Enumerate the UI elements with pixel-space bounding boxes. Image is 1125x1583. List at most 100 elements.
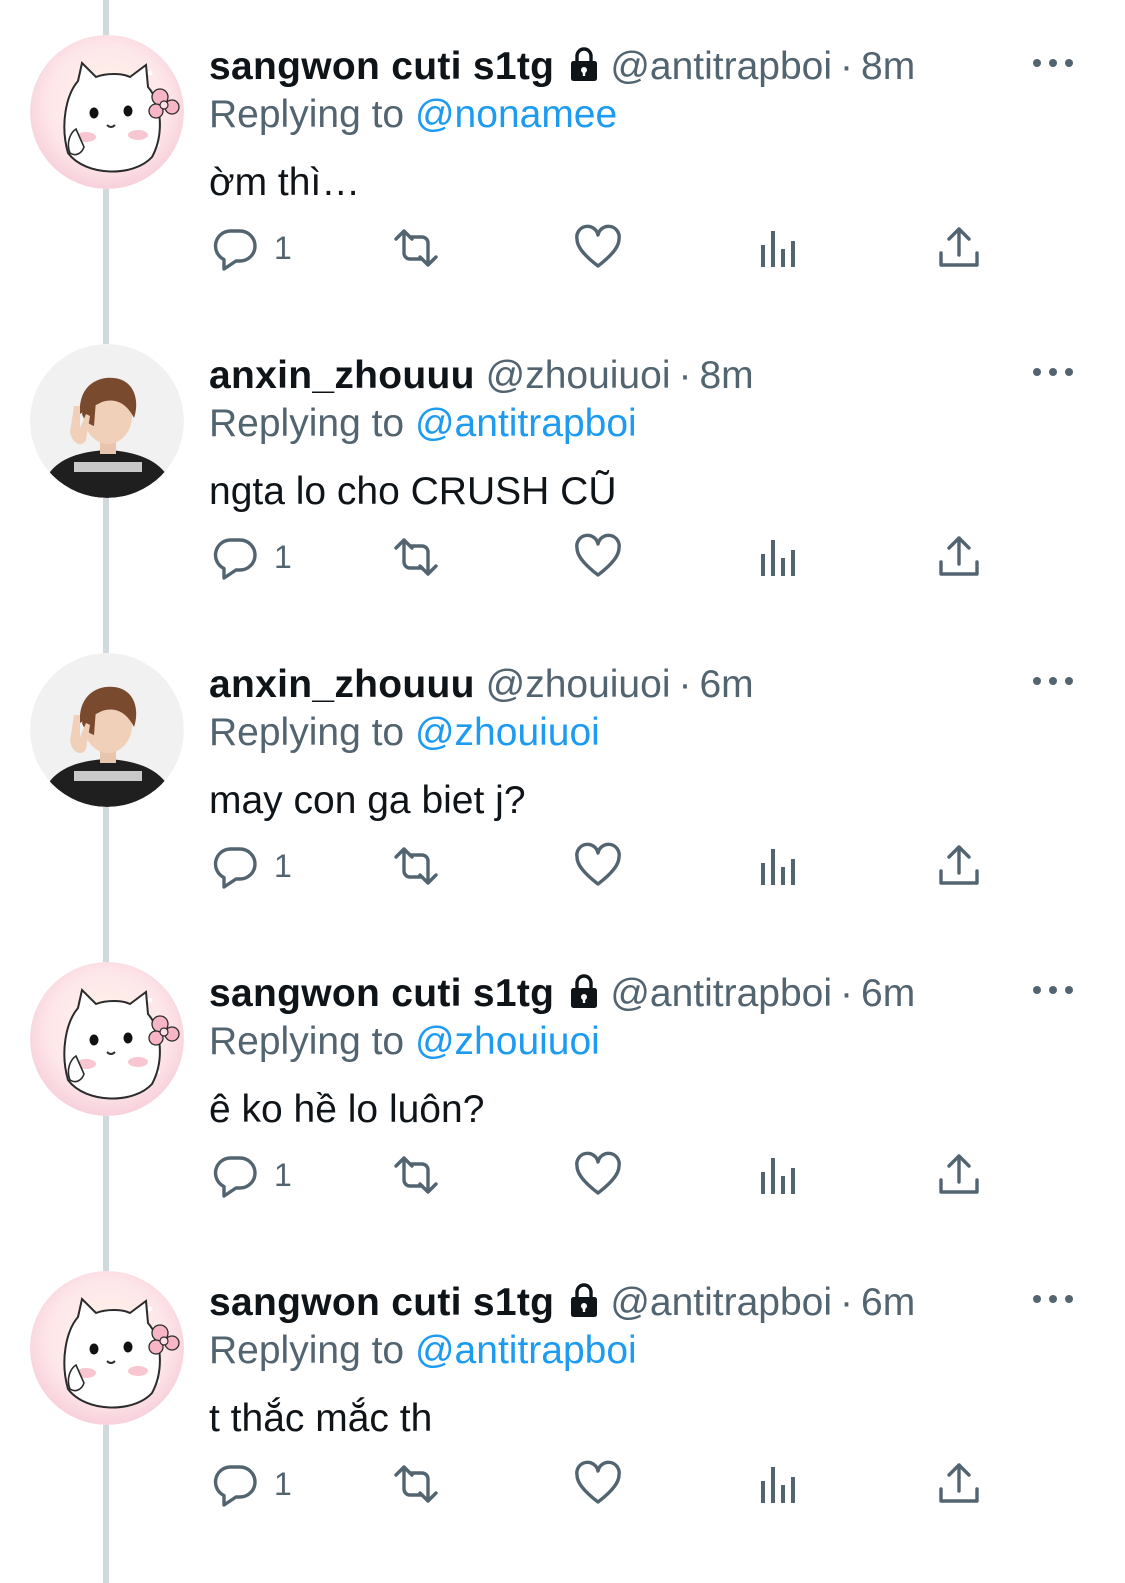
- views-icon: [757, 1459, 801, 1509]
- share-button[interactable]: [936, 527, 982, 587]
- timestamp[interactable]: 6m: [861, 972, 915, 1015]
- views-button[interactable]: [757, 836, 801, 896]
- lock-icon: [564, 44, 604, 99]
- like-button[interactable]: [573, 1454, 623, 1514]
- replying-mention[interactable]: @antitrapboi: [415, 402, 637, 445]
- views-button[interactable]: [757, 527, 801, 587]
- reply-count: 1: [274, 847, 292, 884]
- retweet-button[interactable]: [388, 1454, 444, 1514]
- replying-mention[interactable]: @zhouiuoi: [415, 1020, 600, 1063]
- share-icon: [936, 841, 982, 891]
- timestamp[interactable]: 6m: [699, 663, 753, 706]
- retweet-button[interactable]: [388, 1145, 444, 1205]
- share-icon: [936, 223, 982, 273]
- share-button[interactable]: [936, 836, 982, 896]
- tweet[interactable]: sangwon cuti s1tg @antitrapboi · 8m Replyin…: [0, 0, 1125, 309]
- tweet-text: ê ko hề lo luôn?: [209, 1088, 485, 1131]
- replying-to: Replying to @antitrapboi: [209, 1328, 637, 1374]
- separator-dot: ·: [678, 354, 692, 397]
- share-icon: [936, 1150, 982, 1200]
- tweet-text: ngta lo cho CRUSH CŨ: [209, 470, 617, 513]
- replying-to: Replying to @zhouiuoi: [209, 1019, 600, 1065]
- action-bar: 1: [0, 836, 1125, 896]
- share-icon: [936, 532, 982, 582]
- tweet[interactable]: sangwon cuti s1tg @antitrapboi · 6m Replyin…: [0, 1236, 1125, 1545]
- retweet-button[interactable]: [388, 836, 444, 896]
- user-handle[interactable]: @zhouiuoi: [486, 663, 671, 706]
- action-bar: 1: [0, 1145, 1125, 1205]
- like-button[interactable]: [573, 1145, 623, 1205]
- reply-button[interactable]: 1: [210, 527, 292, 587]
- separator-dot: ·: [840, 1281, 854, 1324]
- avatar[interactable]: [30, 1271, 184, 1425]
- display-name[interactable]: anxin_zhouuu: [209, 354, 475, 397]
- reply-button[interactable]: 1: [210, 836, 292, 896]
- replying-mention[interactable]: @antitrapboi: [415, 1329, 637, 1372]
- reply-button[interactable]: 1: [210, 218, 292, 278]
- more-icon[interactable]: [1033, 666, 1073, 696]
- views-button[interactable]: [757, 1145, 801, 1205]
- more-icon[interactable]: [1033, 357, 1073, 387]
- timestamp[interactable]: 8m: [699, 354, 753, 397]
- retweet-button[interactable]: [388, 527, 444, 587]
- avatar[interactable]: [30, 653, 184, 807]
- display-name[interactable]: anxin_zhouuu: [209, 663, 475, 706]
- more-icon[interactable]: [1033, 48, 1073, 78]
- retweet-button[interactable]: [388, 218, 444, 278]
- like-button[interactable]: [573, 527, 623, 587]
- tweet-text: ờm thì…: [209, 161, 361, 204]
- user-handle[interactable]: @antitrapboi: [610, 972, 832, 1015]
- avatar[interactable]: [30, 35, 184, 189]
- tweet[interactable]: anxin_zhouuu @zhouiuoi · 6m Replying to @z…: [0, 618, 1125, 927]
- separator-dot: ·: [840, 45, 854, 88]
- views-icon: [757, 841, 801, 891]
- tweet[interactable]: sangwon cuti s1tg @antitrapboi · 6m Replyin…: [0, 927, 1125, 1236]
- user-handle[interactable]: @antitrapboi: [610, 45, 832, 88]
- action-bar: 1: [0, 218, 1125, 278]
- separator-dot: ·: [678, 663, 692, 706]
- display-name[interactable]: sangwon cuti s1tg: [209, 1281, 554, 1324]
- reply-button[interactable]: 1: [210, 1454, 292, 1514]
- replying-label: Replying to: [209, 402, 405, 445]
- retweet-icon: [388, 841, 444, 891]
- timestamp[interactable]: 8m: [861, 45, 915, 88]
- like-button[interactable]: [573, 836, 623, 896]
- reply-button[interactable]: 1: [210, 1145, 292, 1205]
- replying-mention[interactable]: @nonamee: [415, 93, 617, 136]
- user-handle[interactable]: @antitrapboi: [610, 1281, 832, 1324]
- reply-count: 1: [274, 1465, 292, 1502]
- share-button[interactable]: [936, 1454, 982, 1514]
- views-button[interactable]: [757, 218, 801, 278]
- like-button[interactable]: [573, 218, 623, 278]
- replying-label: Replying to: [209, 1329, 405, 1372]
- reply-count: 1: [274, 538, 292, 575]
- reply-icon: [210, 532, 260, 582]
- display-name[interactable]: sangwon cuti s1tg: [209, 972, 554, 1015]
- share-button[interactable]: [936, 218, 982, 278]
- retweet-icon: [388, 1150, 444, 1200]
- views-button[interactable]: [757, 1454, 801, 1514]
- user-handle[interactable]: @zhouiuoi: [486, 354, 671, 397]
- more-icon[interactable]: [1033, 975, 1073, 1005]
- separator-dot: ·: [840, 972, 854, 1015]
- timestamp[interactable]: 6m: [861, 1281, 915, 1324]
- tweet-header: anxin_zhouuu @zhouiuoi · 8m: [209, 349, 754, 403]
- replying-label: Replying to: [209, 711, 405, 754]
- avatar[interactable]: [30, 344, 184, 498]
- display-name[interactable]: sangwon cuti s1tg: [209, 45, 554, 88]
- action-bar: 1: [0, 527, 1125, 587]
- replying-mention[interactable]: @zhouiuoi: [415, 711, 600, 754]
- views-icon: [757, 1150, 801, 1200]
- replying-to: Replying to @zhouiuoi: [209, 710, 600, 756]
- tweet-text: may con ga biet j?: [209, 779, 526, 822]
- replying-to: Replying to @antitrapboi: [209, 401, 637, 447]
- avatar[interactable]: [30, 962, 184, 1116]
- share-button[interactable]: [936, 1145, 982, 1205]
- tweet[interactable]: anxin_zhouuu @zhouiuoi · 8m Replying to @a…: [0, 309, 1125, 618]
- heart-icon: [573, 532, 623, 582]
- lock-icon: [564, 971, 604, 1026]
- tweet-text: t thắc mắc th: [209, 1397, 433, 1440]
- reply-icon: [210, 841, 260, 891]
- more-icon[interactable]: [1033, 1284, 1073, 1314]
- share-icon: [936, 1459, 982, 1509]
